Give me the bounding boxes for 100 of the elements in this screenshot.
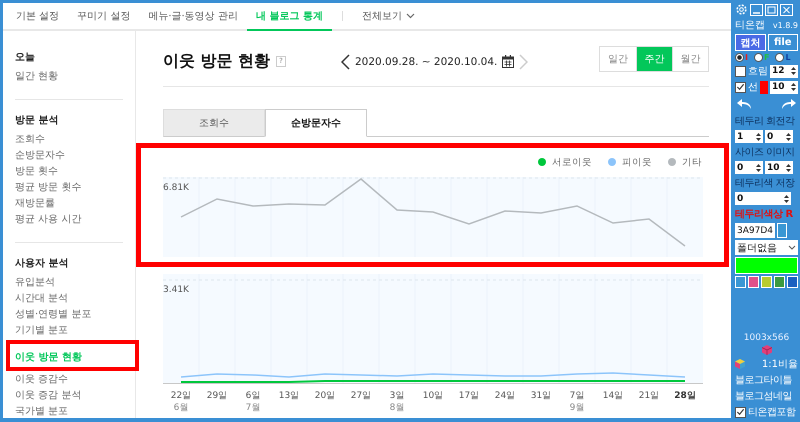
version-label: v1.8.9 — [772, 20, 798, 30]
mode-label: I — [745, 53, 748, 62]
sidebar-item[interactable]: 평균 방문 횟수 — [15, 180, 123, 196]
close-icon[interactable] — [780, 4, 793, 16]
axis-label: 6.81K — [163, 183, 189, 193]
sidebar-item[interactable]: 이웃 증감 분석 — [15, 388, 123, 404]
option-label: 흐림 — [748, 65, 768, 78]
tool-button[interactable]: file — [768, 34, 798, 51]
field-label: 테두리색 저장 — [735, 177, 796, 190]
spin-arrows-icon[interactable] — [790, 66, 797, 76]
spin-arrows-icon[interactable] — [755, 132, 762, 142]
nav-tab[interactable]: 기본 설정 — [7, 3, 68, 31]
maximize-icon[interactable] — [765, 4, 778, 16]
color-swatch[interactable] — [735, 276, 746, 288]
redo-icon[interactable] — [780, 98, 796, 110]
radio-button[interactable] — [735, 53, 744, 62]
color-swatch[interactable] — [760, 80, 768, 94]
spin-arrows-icon[interactable] — [755, 162, 762, 172]
field-label: 사이즈 이미지 — [735, 146, 796, 159]
legend-label: 서로이웃 — [552, 156, 592, 168]
view-all-dropdown[interactable]: 전체보기 — [352, 3, 424, 31]
option-label[interactable]: 블로그타이틀 — [735, 373, 798, 387]
axis-label: 17일 — [458, 390, 480, 402]
sidebar-item[interactable]: 이웃 증감수 — [15, 372, 123, 388]
mode-label: F — [764, 53, 770, 62]
sidebar-item[interactable]: 일간 현황 — [15, 69, 123, 85]
axis-label: 8월 — [390, 402, 404, 414]
axis-label: 10일 — [422, 390, 444, 402]
sidebar-item[interactable]: 기기별 분포 — [15, 323, 123, 339]
metric-tab[interactable]: 조회수 — [163, 109, 265, 137]
sidebar-item[interactable]: 순방문자수 — [15, 148, 123, 164]
app-title: 티온캡 — [735, 19, 765, 32]
mode-label: L — [785, 53, 791, 62]
radio-button[interactable] — [775, 53, 784, 62]
number-field[interactable]: 10 — [770, 80, 798, 94]
date-range: 2020.09.28. ~ 2020.10.04. — [355, 56, 498, 68]
axis-label: 6월 — [174, 402, 188, 414]
radio-button[interactable] — [754, 53, 763, 62]
field-label: 테두리색상 R — [735, 208, 794, 221]
folder-dropdown[interactable]: 폴더없음 — [735, 240, 798, 255]
checkbox[interactable] — [735, 82, 746, 92]
settings-icon[interactable] — [735, 3, 748, 16]
tool-button[interactable]: 캡처 — [735, 34, 766, 51]
axis-label: 31일 — [530, 390, 552, 402]
sidebar-item[interactable]: 방문 횟수 — [15, 164, 123, 180]
number-field[interactable]: 10 — [765, 161, 793, 174]
sidebar-item[interactable]: 재방문률 — [15, 196, 123, 212]
sidebar-item[interactable]: 조회수 — [15, 132, 123, 148]
color-swatch[interactable] — [787, 276, 798, 288]
period-tab[interactable]: 월간 — [672, 46, 708, 70]
number-field[interactable]: 12 — [770, 64, 798, 78]
minimize-icon[interactable] — [750, 4, 763, 16]
color-preview — [735, 257, 798, 274]
axis-label: 28일 — [674, 390, 696, 402]
sidebar-item[interactable]: 유입분석 — [15, 275, 123, 291]
number-field[interactable]: 0 — [765, 130, 793, 143]
sidebar-item[interactable]: 국가별 분포 — [15, 404, 123, 420]
cube-icon[interactable] — [735, 359, 745, 369]
sidebar-item[interactable]: 평균 사용 시간 — [15, 212, 123, 228]
section-title: 사용자 분석 — [15, 257, 70, 271]
axis-label: 7일 — [570, 390, 584, 402]
axis-label: 7월 — [246, 402, 260, 414]
calendar-icon[interactable] — [502, 55, 514, 68]
checkbox[interactable] — [735, 66, 746, 76]
option-label[interactable]: 블로그섬네일 — [735, 389, 798, 403]
period-tab[interactable]: 일간 — [600, 46, 636, 70]
metric-tab[interactable]: 순방문자수 — [265, 109, 367, 137]
axis-label: 3.41K — [163, 285, 189, 295]
number-field[interactable]: 0 — [735, 192, 791, 205]
spin-arrows-icon[interactable] — [790, 82, 797, 92]
color-swatch[interactable] — [777, 223, 787, 238]
option-label: 티온캡포함 — [748, 406, 796, 419]
spin-arrows-icon[interactable] — [785, 162, 792, 172]
checkbox[interactable] — [735, 406, 746, 418]
axis-label: 3일 — [390, 390, 404, 402]
nav-tab[interactable]: 꾸미기 설정 — [68, 3, 140, 31]
color-swatch[interactable] — [748, 276, 759, 288]
sidebar-item[interactable]: 성별·연령별 분포 — [15, 307, 123, 323]
axis-label: 29일 — [206, 390, 228, 402]
legend-label: 피이웃 — [622, 156, 652, 168]
ratio-option[interactable]: 1:1비율 — [762, 357, 798, 371]
legend-label: 기타 — [682, 156, 702, 168]
sidebar-item[interactable]: 시간대 분석 — [15, 291, 123, 307]
number-field[interactable]: 1 — [735, 130, 763, 143]
axis-label: 13일 — [278, 390, 300, 402]
spin-arrows-icon[interactable] — [785, 132, 792, 142]
color-swatch[interactable] — [761, 276, 772, 288]
spin-arrows-icon[interactable] — [783, 194, 790, 204]
number-field[interactable]: 0 — [735, 161, 763, 174]
field-label: 테두리 회전각 — [735, 115, 796, 128]
undo-icon[interactable] — [737, 98, 753, 110]
axis-label: 9월 — [570, 402, 584, 414]
dimensions-label: 1003x566 — [744, 333, 790, 343]
color-code-field[interactable]: 3A97D4 — [735, 223, 775, 238]
previous-icon[interactable] — [341, 54, 350, 70]
nav-tab[interactable]: 메뉴·글·동영상 관리 — [139, 3, 247, 31]
axis-label: 6일 — [246, 390, 260, 402]
color-swatch[interactable] — [774, 276, 785, 288]
axis-label: 14일 — [602, 390, 624, 402]
section-title: 오늘 — [15, 51, 36, 65]
